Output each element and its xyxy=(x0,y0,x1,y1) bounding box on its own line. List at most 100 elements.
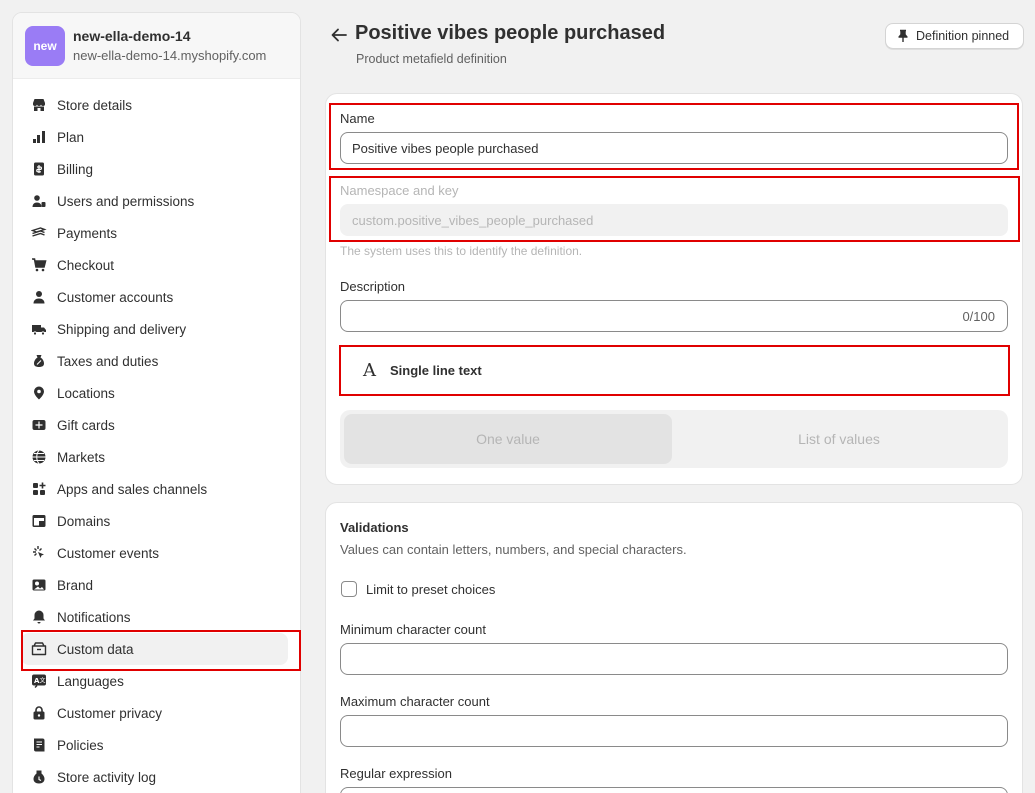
custom-data-icon xyxy=(31,641,47,657)
list-of-values-option[interactable]: List of values xyxy=(674,414,1004,464)
sidebar-item-label: Taxes and duties xyxy=(57,353,159,369)
person-icon xyxy=(31,289,47,305)
namespace-label: Namespace and key xyxy=(340,183,459,198)
validations-description: Values can contain letters, numbers, and… xyxy=(340,542,687,557)
settings-nav: Store details Plan Billing Users and permis… xyxy=(13,79,300,793)
plan-icon xyxy=(31,129,47,145)
regex-label: Regular expression xyxy=(340,766,453,781)
sidebar-item-customer-accounts[interactable]: Customer accounts xyxy=(21,281,288,313)
value-mode-toggle: One value List of values xyxy=(340,410,1008,468)
lock-icon xyxy=(31,705,47,721)
back-arrow-icon[interactable] xyxy=(330,25,348,45)
billing-icon xyxy=(31,161,47,177)
definition-pinned-button[interactable]: Definition pinned xyxy=(885,23,1024,49)
payments-icon xyxy=(31,225,47,241)
sidebar-item-brand[interactable]: Brand xyxy=(21,569,288,601)
sidebar-item-store-details[interactable]: Store details xyxy=(21,89,288,121)
sidebar-item-label: Languages xyxy=(57,673,124,689)
type-row: A Single line text xyxy=(341,346,1007,394)
limit-preset-checkbox[interactable] xyxy=(341,581,357,597)
sidebar-item-users-and-permissions[interactable]: Users and permissions xyxy=(21,185,288,217)
sidebar-item-store-activity-log[interactable]: Store activity log xyxy=(21,761,288,793)
sidebar-item-policies[interactable]: Policies xyxy=(21,729,288,761)
sidebar-item-notifications[interactable]: Notifications xyxy=(21,601,288,633)
store-domain: new-ella-demo-14.myshopify.com xyxy=(73,48,267,63)
limit-preset-label[interactable]: Limit to preset choices xyxy=(366,582,495,597)
domain-icon xyxy=(31,513,47,529)
sidebar-item-label: Custom data xyxy=(57,641,134,657)
sidebar-item-customer-privacy[interactable]: Customer privacy xyxy=(21,697,288,729)
validations-title: Validations xyxy=(340,520,409,535)
language-icon: A文 xyxy=(31,673,47,689)
sidebar-item-label: Brand xyxy=(57,577,94,593)
sidebar-item-apps-and-sales-channels[interactable]: Apps and sales channels xyxy=(21,473,288,505)
sidebar-item-customer-events[interactable]: Customer events xyxy=(21,537,288,569)
cart-icon xyxy=(31,257,47,273)
pin-icon xyxy=(898,29,908,42)
sidebar-item-label: Gift cards xyxy=(57,417,115,433)
description-label: Description xyxy=(340,279,406,294)
activity-icon xyxy=(31,769,47,785)
one-value-option[interactable]: One value xyxy=(344,414,672,464)
name-label: Name xyxy=(340,111,375,126)
sidebar-item-label: Store details xyxy=(57,97,133,113)
sidebar-item-label: Domains xyxy=(57,513,111,529)
description-input[interactable]: 0/100 xyxy=(340,300,1008,332)
max-count-label: Maximum character count xyxy=(340,694,490,709)
text-type-icon: A xyxy=(363,359,376,381)
namespace-helper-text: The system uses this to identify the def… xyxy=(340,244,583,258)
store-avatar: new xyxy=(25,25,65,66)
sidebar-item-shipping-and-delivery[interactable]: Shipping and delivery xyxy=(21,313,288,345)
sidebar-item-label: Markets xyxy=(57,449,106,465)
sidebar-item-taxes-and-duties[interactable]: Taxes and duties xyxy=(21,345,288,377)
sidebar-item-custom-data[interactable]: Custom data xyxy=(21,633,288,665)
settings-sidebar: new new-ella-demo-14 new-ella-demo-14.my… xyxy=(12,12,301,793)
min-count-label: Minimum character count xyxy=(340,622,486,637)
description-counter: 0/100 xyxy=(962,309,995,324)
sidebar-item-gift-cards[interactable]: Gift cards xyxy=(21,409,288,441)
store-header[interactable]: new new-ella-demo-14 new-ella-demo-14.my… xyxy=(13,13,300,79)
sidebar-item-label: Checkout xyxy=(57,257,115,273)
truck-icon xyxy=(31,321,47,337)
globe-icon xyxy=(31,449,47,465)
page-title: Positive vibes people purchased xyxy=(355,22,666,44)
svg-text:文: 文 xyxy=(40,677,46,685)
bell-icon xyxy=(31,609,47,625)
definition-pinned-label: Definition pinned xyxy=(916,29,1010,43)
sidebar-item-label: Billing xyxy=(57,161,94,177)
sidebar-item-languages[interactable]: A 文 Languages xyxy=(21,665,288,697)
policy-icon xyxy=(31,737,47,753)
sidebar-item-label: Customer accounts xyxy=(57,289,174,305)
location-icon xyxy=(31,385,47,401)
sidebar-item-label: Customer events xyxy=(57,545,160,561)
cursor-icon xyxy=(31,545,47,561)
max-count-input[interactable] xyxy=(340,715,1008,747)
store-icon xyxy=(31,97,47,113)
brand-icon xyxy=(31,577,47,593)
sidebar-item-billing[interactable]: Billing xyxy=(21,153,288,185)
sidebar-item-label: Payments xyxy=(57,225,118,241)
sidebar-item-label: Apps and sales channels xyxy=(57,481,208,497)
sidebar-item-plan[interactable]: Plan xyxy=(21,121,288,153)
sidebar-item-label: Policies xyxy=(57,737,104,753)
sidebar-item-label: Plan xyxy=(57,129,85,145)
name-input[interactable]: Positive vibes people purchased xyxy=(340,132,1008,164)
sidebar-item-domains[interactable]: Domains xyxy=(21,505,288,537)
sidebar-item-payments[interactable]: Payments xyxy=(21,217,288,249)
regex-input[interactable] xyxy=(340,787,1008,793)
sidebar-item-label: Shipping and delivery xyxy=(57,321,187,337)
namespace-input: custom.positive_vibes_people_purchased xyxy=(340,204,1008,236)
sidebar-item-label: Notifications xyxy=(57,609,131,625)
page-subtitle: Product metafield definition xyxy=(356,52,507,66)
gift-card-icon xyxy=(31,417,47,433)
apps-icon xyxy=(31,481,47,497)
sidebar-item-markets[interactable]: Markets xyxy=(21,441,288,473)
users-icon xyxy=(31,193,47,209)
sidebar-item-locations[interactable]: Locations xyxy=(21,377,288,409)
sidebar-item-checkout[interactable]: Checkout xyxy=(21,249,288,281)
min-count-input[interactable] xyxy=(340,643,1008,675)
sidebar-item-label: Store activity log xyxy=(57,769,157,785)
tax-icon xyxy=(31,353,47,369)
store-name: new-ella-demo-14 xyxy=(73,28,191,44)
sidebar-item-label: Customer privacy xyxy=(57,705,163,721)
